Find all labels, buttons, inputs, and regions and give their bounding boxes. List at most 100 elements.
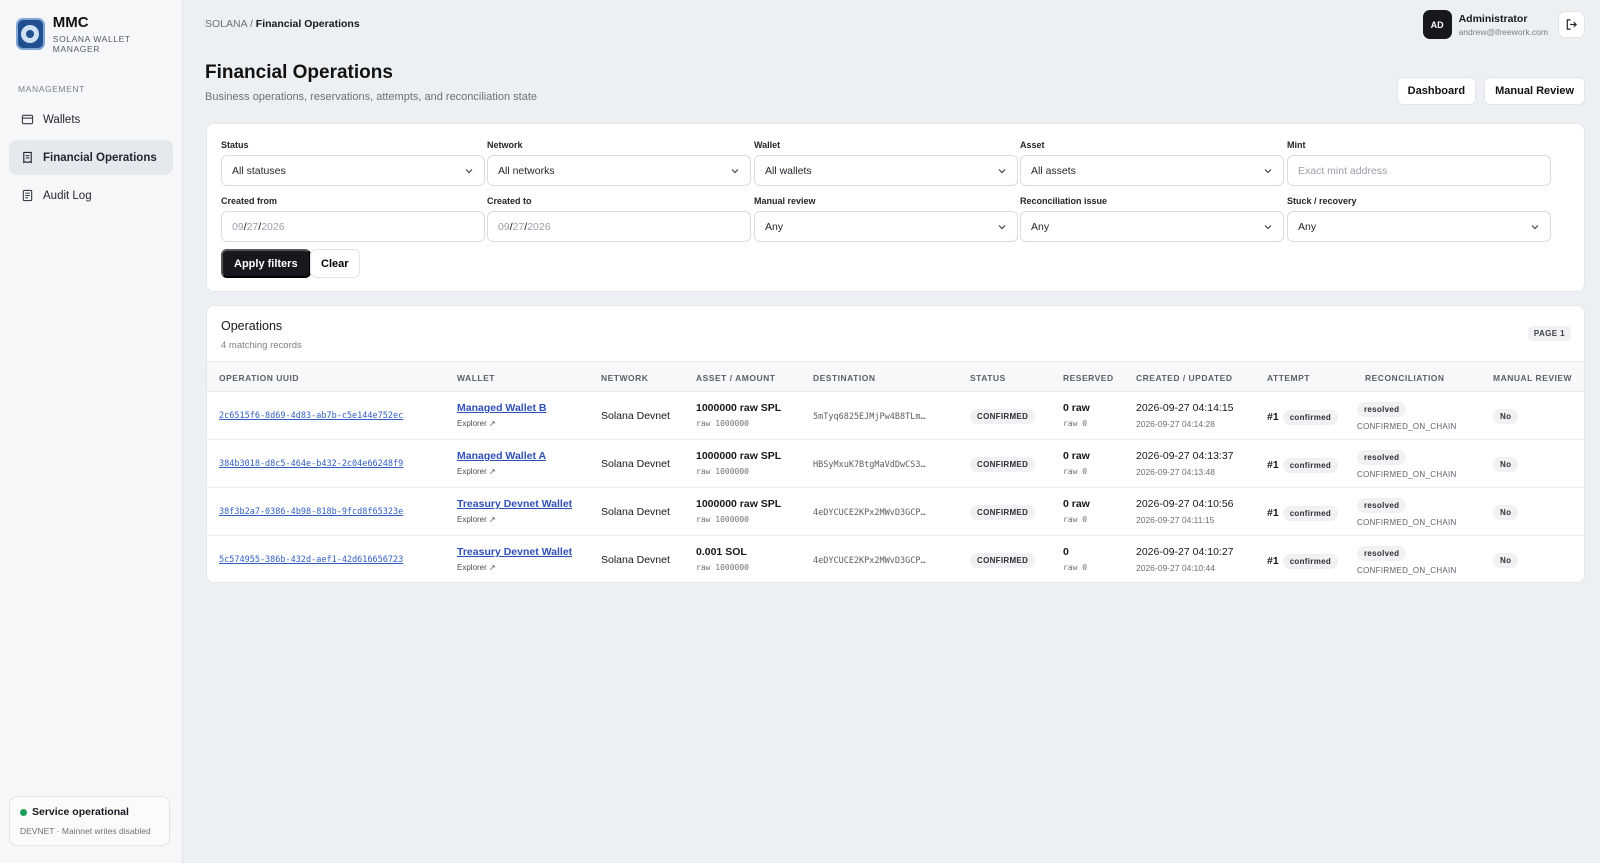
wallet-select[interactable]: All wallets [754,155,1018,186]
created-to-input[interactable]: 09/27/2026 [487,211,751,242]
destination-cell: HBSyMxuK7BtgMaVdDwCS3… [813,460,926,470]
reconciliation-badge: resolved [1357,546,1407,561]
sidebar-item-label: Financial Operations [43,151,157,164]
amount-raw: raw 1000000 [696,467,749,476]
sidebar-section-label: MANAGEMENT [18,84,85,94]
column-header[interactable]: ATTEMPT [1267,373,1310,383]
stuck-recovery-select[interactable]: Any [1287,211,1551,242]
explorer-link[interactable]: Explorer ↗ [457,419,546,428]
avatar[interactable]: AD [1422,10,1452,39]
service-status-title: Service operational [32,806,129,818]
column-header[interactable]: NETWORK [601,373,648,383]
sidebar: MMC SOLANA WALLET MANAGER MANAGEMENT Wal… [0,0,183,863]
table-row[interactable]: 5c574955-386b-432d-aef1-42d616656723 Tre… [207,536,1584,582]
attempt-status-badge: confirmed [1282,554,1339,569]
column-header[interactable]: OPERATION UUID [219,373,299,383]
column-header[interactable]: MANUAL REVIEW [1493,373,1572,383]
reserved-cell: 0 raw [1063,498,1090,510]
column-header[interactable]: STATUS [970,373,1006,383]
operation-uuid-link[interactable]: 384b3018-d8c5-464e-b432-2c04e66248f9 [219,459,403,469]
user-email: andrew@ifreework.com [1458,26,1548,37]
manual-review-badge: No [1493,553,1519,568]
sidebar-nav: Wallets Financial Operations Audit Log [0,102,182,213]
column-header[interactable]: RESERVED [1063,373,1114,383]
status-select[interactable]: All statuses [221,155,485,186]
stuck-recovery-label: Stuck / recovery [1287,196,1357,206]
breadcrumb: SOLANA / Financial Operations [205,18,360,30]
table-row[interactable]: 384b3018-d8c5-464e-b432-2c04e66248f9 Man… [207,440,1584,488]
logout-button[interactable] [1558,11,1585,38]
operations-title: Operations [221,319,283,333]
column-header[interactable]: DESTINATION [813,373,875,383]
dashboard-button[interactable]: Dashboard [1396,77,1477,105]
attempt-number: #1 [1267,555,1279,567]
asset-select-value: All assets [1031,164,1076,177]
column-header[interactable]: CREATED / UPDATED [1136,373,1233,383]
column-header[interactable]: ASSET / AMOUNT [696,373,775,383]
chevron-down-icon [731,168,739,173]
operation-uuid-link[interactable]: 2c6515f6-8d69-4d83-ab7b-c5e144e752ec [219,411,403,421]
manual-review-select[interactable]: Any [754,211,1018,242]
network-cell: Solana Devnet [601,410,670,422]
wallet-link[interactable]: Managed Wallet B [457,402,546,414]
chevron-down-icon [998,168,1006,173]
network-cell: Solana Devnet [601,506,670,518]
column-header[interactable]: WALLET [457,373,495,383]
table-row[interactable]: 38f3b2a7-0386-4b98-818b-9fcd8f65323e Tre… [207,488,1584,536]
network-filter-label: Network [487,140,523,150]
asset-select[interactable]: All assets [1020,155,1284,186]
reserved-raw: raw 0 [1063,467,1088,476]
attempt-number: #1 [1267,507,1279,519]
updated-time: 2026-09-27 04:10:44 [1136,563,1215,573]
manual-review-filter: Manual review Any [754,196,1018,242]
explorer-link[interactable]: Explorer ↗ [457,467,546,476]
created-from-filter: Created from 09/27/2026 [221,196,485,242]
created-from-input[interactable]: 09/27/2026 [221,211,485,242]
attempt-status-badge: confirmed [1282,506,1339,521]
page-subtitle: Business operations, reservations, attem… [205,91,538,103]
updated-time: 2026-09-27 04:11:15 [1136,515,1215,525]
breadcrumb-separator: / [247,18,256,30]
manual-review-filter-label: Manual review [754,196,816,206]
wallet-link[interactable]: Treasury Devnet Wallet [457,546,572,558]
network-select[interactable]: All networks [487,155,751,186]
reserved-cell: 0 raw [1063,402,1090,414]
updated-time: 2026-09-27 04:14:28 [1136,419,1215,429]
reserved-cell: 0 raw [1063,450,1090,462]
breadcrumb-root[interactable]: SOLANA [205,18,247,30]
created-from-month: 09 [232,220,244,233]
sidebar-item-financial-operations[interactable]: Financial Operations [9,140,173,175]
created-from-day: 27 [246,220,259,233]
logout-icon [1566,19,1577,30]
logo-icon [16,18,45,50]
chevron-down-icon [465,168,473,173]
sidebar-item-label: Audit Log [43,189,92,202]
operation-uuid-link[interactable]: 38f3b2a7-0386-4b98-818b-9fcd8f65323e [219,507,403,517]
stuck-recovery-filter: Stuck / recovery Any [1287,196,1551,242]
wallet-link[interactable]: Treasury Devnet Wallet [457,498,572,510]
explorer-link[interactable]: Explorer ↗ [457,563,572,572]
mint-input[interactable]: Exact mint address [1287,155,1551,186]
sidebar-item-wallets[interactable]: Wallets [9,102,173,137]
table-row[interactable]: 2c6515f6-8d69-4d83-ab7b-c5e144e752ec Man… [207,392,1584,440]
wallet-link[interactable]: Managed Wallet A [457,450,546,462]
header-actions: Dashboard Manual Review [1396,77,1585,105]
explorer-link[interactable]: Explorer ↗ [457,515,572,524]
sidebar-item-audit-log[interactable]: Audit Log [9,178,173,213]
reserved-raw: raw 0 [1063,563,1088,572]
status-badge: CONFIRMED [970,553,1036,568]
document-icon [20,189,34,203]
apply-filters-button[interactable]: Apply filters [221,249,311,278]
manual-review-button[interactable]: Manual Review [1484,77,1585,105]
operation-uuid-link[interactable]: 5c574955-386b-432d-aef1-42d616656723 [219,555,403,565]
attempt-status-badge: confirmed [1282,458,1339,473]
column-header[interactable]: RECONCILIATION [1365,373,1445,383]
reconciliation-issue-value: Any [1031,220,1050,233]
clear-filters-button[interactable]: Clear [310,249,360,278]
reconciliation-issue-select[interactable]: Any [1020,211,1284,242]
amount-cell: 1000000 raw SPL [696,402,782,414]
attempt-number: #1 [1267,459,1279,471]
amount-raw: raw 1000000 [696,419,749,428]
destination-cell: 4eDYCUCE2KPx2MWvD3GCP… [813,508,926,518]
brand[interactable]: MMC SOLANA WALLET MANAGER [0,0,182,54]
